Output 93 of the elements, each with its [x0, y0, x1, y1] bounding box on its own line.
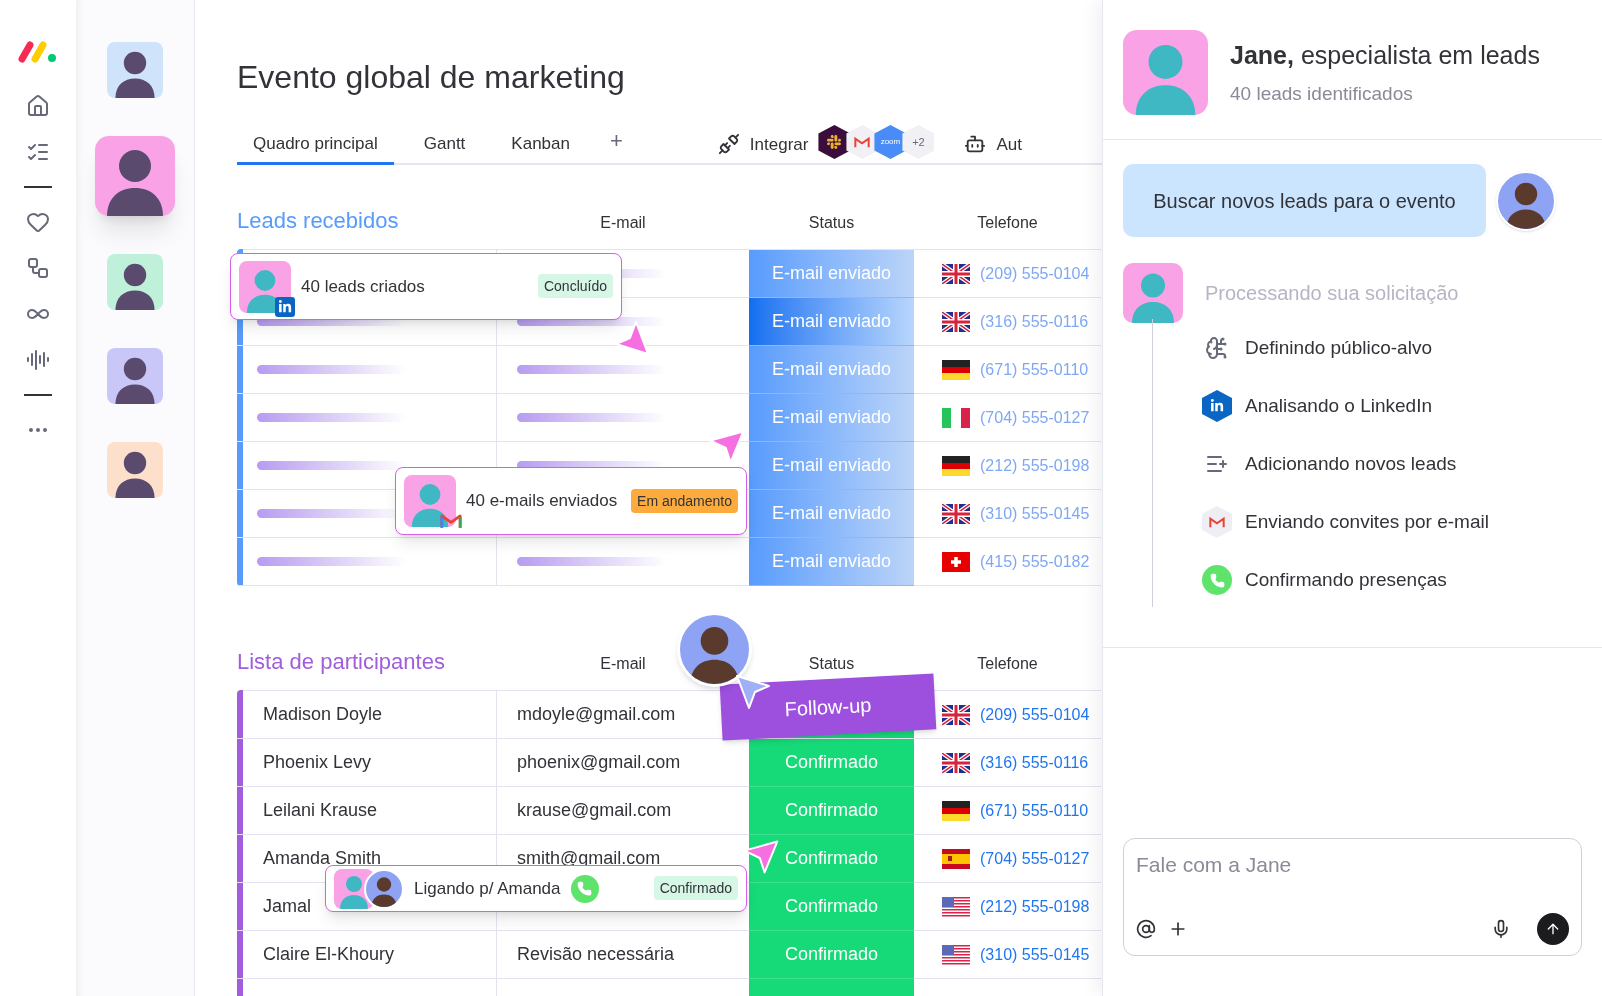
agent-subtitle: 40 leads identificados: [1230, 82, 1414, 106]
activity-text: Ligando p/ Amanda: [414, 877, 561, 900]
phone-number: (209) 555-0104: [980, 263, 1090, 284]
person-photo: [1496, 170, 1556, 231]
send-button[interactable]: [1537, 913, 1569, 945]
step-text: Confirmando presenças: [1245, 567, 1447, 592]
column-header: Telefone: [976, 654, 1039, 674]
participant-email: krause@gmail.com: [517, 799, 672, 822]
more-apps-count[interactable]: +2: [902, 125, 935, 159]
participant-name: Jamal: [263, 895, 311, 918]
app-logo-icon[interactable]: [17, 40, 59, 64]
phone-icon: [1202, 565, 1232, 595]
person-photo: [364, 868, 404, 909]
agent-avatar: [1123, 263, 1183, 323]
status-tag[interactable]: Follow-up: [719, 673, 937, 741]
agent-avatar[interactable]: [107, 42, 163, 98]
participant-name: Madison Doyle: [263, 703, 383, 726]
phone-number: (704) 555-0127: [980, 407, 1090, 428]
microphone-icon[interactable]: [1491, 919, 1511, 939]
status-cell[interactable]: E-mail enviado: [749, 250, 914, 298]
mention-icon[interactable]: [1136, 919, 1156, 939]
status-badge: Confirmado: [653, 876, 738, 900]
status-cell[interactable]: Confirmado: [749, 931, 914, 979]
integrate-button[interactable]: Integrar: [717, 131, 809, 163]
participant-email: mdoyle@gmail.com: [517, 703, 676, 726]
column-header: E-mail: [599, 654, 647, 674]
participant-name: Claire El-Khoury: [263, 943, 395, 966]
status-cell[interactable]: E-mail enviado: [749, 490, 914, 538]
agent-avatar[interactable]: [95, 136, 175, 216]
phone-number: (310) 555-0145: [980, 944, 1090, 965]
agent-heading: Jane, especialista em leads: [1230, 39, 1540, 71]
group-title: Leads recebidos: [237, 207, 400, 235]
column-header: E-mail: [599, 213, 647, 233]
activity-text: 40 leads criados: [301, 275, 425, 298]
group-title: Lista de participantes: [237, 648, 446, 676]
step-text: Enviando convites por e-mail: [1245, 509, 1489, 534]
participant-email: smith@gmail.com: [517, 847, 661, 870]
column-header: Telefone: [976, 213, 1039, 233]
step-text: Adicionando novos leads: [1245, 451, 1457, 476]
status-cell[interactable]: Confirmado: [749, 739, 914, 787]
linkedin-logo-icon: [1202, 390, 1232, 422]
participant-name: Phoenix Levy: [263, 751, 372, 774]
message-bubble: Buscar novos leads para o evento: [1123, 164, 1486, 237]
status-cell[interactable]: E-mail enviado: [749, 538, 914, 586]
step-text: Definindo público-alvo: [1245, 335, 1432, 360]
status-badge: Concluído: [537, 274, 613, 298]
status-cell[interactable]: E-mail enviado: [749, 346, 914, 394]
processing-status: Processando sua solicitação: [1205, 281, 1459, 306]
status-badge: Em andamento: [631, 488, 738, 513]
workflow-icon[interactable]: [26, 256, 50, 280]
participant-email: Revisão necessária: [517, 943, 675, 966]
phone-number: (316) 555-0116: [980, 311, 1089, 332]
column-header: Status: [807, 213, 856, 233]
cursor-icon: [733, 672, 773, 712]
status-cell[interactable]: Confirmado: [749, 787, 914, 835]
add-view-button[interactable]: +: [609, 124, 623, 163]
board-title: Evento global de marketing: [237, 58, 626, 97]
status-cell[interactable]: E-mail enviado: [749, 442, 914, 490]
message-input-field[interactable]: Fale com a Jane: [1136, 849, 1569, 881]
agent-avatar: [239, 260, 291, 313]
phone-number: (671) 555-0110: [980, 359, 1089, 380]
view-tab[interactable]: Kanban: [495, 130, 586, 165]
phone-number: (212) 555-0198: [980, 896, 1090, 917]
heart-icon[interactable]: [26, 210, 50, 234]
view-tab[interactable]: Gantt: [407, 130, 482, 165]
automate-button[interactable]: Aut: [964, 131, 1022, 163]
phone-number: (209) 555-0104: [980, 704, 1090, 725]
status-cell[interactable]: E-mail enviado: [749, 298, 914, 346]
column-header: Status: [807, 654, 856, 674]
phone-number: (704) 555-0127: [980, 848, 1090, 869]
agent-avatar[interactable]: [107, 254, 163, 310]
home-icon[interactable]: [26, 94, 50, 118]
phone-number: (310) 555-0145: [980, 503, 1090, 524]
status-cell[interactable]: Confirmado: [749, 835, 914, 883]
phone-number: (316) 555-0116: [980, 752, 1089, 773]
status-cell[interactable]: Confirmado: [749, 883, 914, 931]
chat-composer[interactable]: Fale com a Jane: [1123, 838, 1582, 956]
participant-name: Leilani Krause: [263, 799, 378, 822]
step-text: Analisando o LinkedIn: [1245, 393, 1432, 418]
participant-email: phoenix@gmail.com: [517, 751, 681, 774]
view-tab[interactable]: Quadro principal: [237, 130, 394, 165]
agent-avatar: [404, 475, 456, 527]
waveform-icon[interactable]: [26, 348, 50, 372]
brain-icon: [1205, 336, 1229, 360]
status-cell[interactable]: E-mail enviado: [749, 394, 914, 442]
agent-avatar[interactable]: [107, 442, 163, 498]
participant-name: Amanda Smith: [263, 847, 382, 870]
phone-number: (671) 555-0110: [980, 800, 1089, 821]
plug-icon: [717, 133, 740, 156]
phone-number: (415) 555-0182: [980, 551, 1090, 572]
phone-number: (212) 555-0198: [980, 455, 1090, 476]
activity-text: 40 e-mails enviados: [466, 490, 618, 513]
agent-avatar[interactable]: [107, 348, 163, 404]
